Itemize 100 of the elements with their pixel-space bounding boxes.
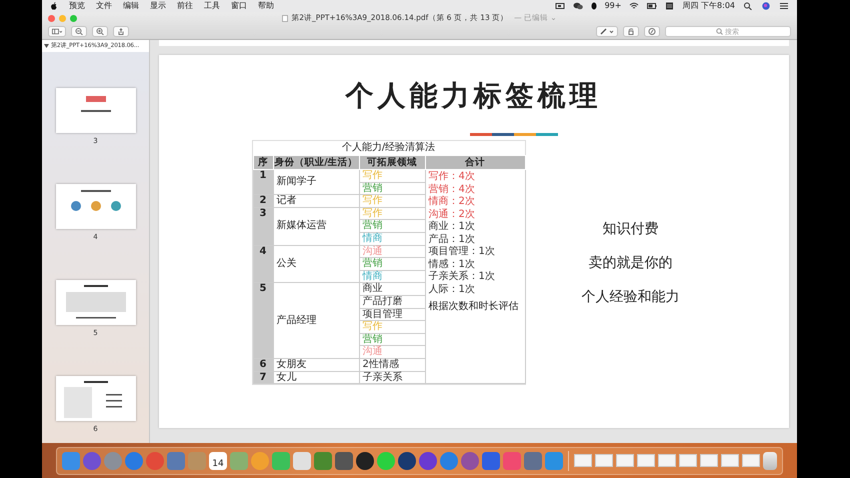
pen-icon [600, 28, 614, 35]
table-cell: 新闻学子 [273, 170, 359, 195]
menu-item[interactable]: 显示 [150, 1, 166, 11]
table-cell: 4 [253, 245, 273, 283]
table-cell: 产品打磨 [359, 295, 425, 308]
slide-statement: 个人经验和能力 [582, 288, 680, 306]
apple-logo-icon[interactable] [50, 2, 58, 10]
slide-thumbnail[interactable] [56, 280, 136, 325]
window-thumbnail[interactable] [637, 454, 655, 467]
table-cell: 女儿 [273, 371, 359, 384]
table-cell: 情商 [359, 270, 425, 283]
slide-thumbnail[interactable] [56, 88, 136, 133]
search-icon[interactable] [743, 2, 753, 10]
zoom-in-icon [96, 28, 104, 35]
table-cell: 2性情感 [359, 358, 425, 371]
zoom-in-button[interactable] [92, 26, 108, 37]
calendar-icon[interactable]: 14 [209, 452, 227, 470]
wifi-icon[interactable] [629, 2, 640, 10]
menu-item[interactable]: 预览 [69, 1, 85, 11]
calendar-day: 14 [212, 458, 224, 470]
menu-item[interactable]: 帮助 [258, 1, 274, 11]
share-icon [117, 28, 125, 35]
table-cell: 子亲关系 [359, 371, 425, 384]
column-header: 序 [253, 156, 273, 170]
window-thumbnail[interactable] [721, 454, 739, 467]
table-cell: 沟通 [359, 245, 425, 258]
table-cell: 项目管理 [359, 308, 425, 321]
sidebar-toggle-button[interactable] [48, 26, 66, 37]
table-cell: 2 [253, 194, 273, 208]
slide-statement: 卖的就是你的 [588, 254, 672, 272]
table-cell: 写作 [359, 207, 425, 220]
screen-record-icon[interactable] [554, 2, 565, 10]
zoom-button[interactable] [70, 14, 77, 22]
table-cell: 公关 [273, 245, 359, 283]
share-button[interactable] [113, 26, 129, 37]
table-cell: 写作 [359, 194, 425, 208]
total-line: 商业：1次 [428, 221, 475, 234]
table-cell: 营销 [359, 258, 425, 270]
slide-title: 个人能力标签梳理 [346, 79, 602, 113]
slide-thumbnail[interactable] [56, 184, 136, 229]
total-line: 产品：1次 [428, 234, 475, 246]
table-cell: 写作 [359, 170, 425, 182]
notification-count: 99+ [604, 1, 622, 11]
sidebar-icon [52, 28, 62, 35]
slide-thumbnail[interactable] [56, 376, 136, 421]
window-thumbnail[interactable] [616, 454, 634, 467]
total-line: 营销：4次 [428, 184, 475, 196]
table-note: 根据次数和时长评估 [428, 301, 518, 314]
table-cell: 女朋友 [273, 358, 359, 371]
table-cell: 3 [253, 207, 273, 246]
window-thumbnail[interactable] [700, 454, 718, 467]
rotate-button[interactable] [623, 26, 639, 37]
table-cell: 6 [253, 358, 273, 371]
column-header: 可拓展领域 [359, 156, 425, 170]
window-thumbnail[interactable] [595, 454, 613, 467]
total-line: 子亲关系：1次 [428, 271, 495, 284]
markup-pen-button[interactable] [596, 26, 618, 37]
total-line: 情感：1次 [428, 258, 475, 270]
table-cell: 新媒体运营 [273, 207, 359, 246]
annotate-button[interactable] [644, 26, 660, 37]
table-cell: 商业 [359, 282, 425, 296]
calendar-grid-icon[interactable] [665, 2, 674, 10]
menubar-clock[interactable]: 周四 下午8:04 [682, 1, 735, 11]
zoom-out-icon [75, 28, 83, 35]
table-cell: 7 [253, 371, 273, 384]
menu-item[interactable]: 窗口 [231, 1, 247, 11]
total-line: 项目管理：1次 [428, 246, 495, 258]
menu-item[interactable]: 编辑 [123, 1, 139, 11]
total-line: 人际：1次 [428, 284, 475, 296]
battery-icon[interactable] [647, 2, 658, 10]
menu-item[interactable]: 前往 [177, 1, 193, 11]
total-line: 写作：4次 [428, 171, 475, 184]
close-button[interactable] [48, 14, 55, 22]
table-cell: 写作 [359, 320, 425, 334]
column-header: 身份（职业/生活） [273, 156, 359, 170]
table-cell: 5 [253, 282, 273, 358]
menu-item[interactable]: 文件 [96, 1, 112, 11]
zoom-out-button[interactable] [71, 26, 87, 37]
annotate-icon [648, 28, 656, 35]
list-lines-icon[interactable] [779, 2, 789, 10]
window-thumbnail[interactable] [574, 454, 592, 467]
slide-statement: 知识付费 [602, 220, 658, 238]
table-caption: 个人能力/经验清算法 [340, 141, 436, 155]
minimize-button[interactable] [59, 14, 66, 22]
total-line: 沟通：2次 [428, 208, 475, 220]
table-cell: 情商 [359, 232, 425, 246]
disclosure-triangle-icon[interactable] [44, 44, 49, 48]
window-thumbnail[interactable] [658, 454, 676, 467]
window-thumbnail[interactable] [679, 454, 697, 467]
menu-item[interactable]: 工具 [204, 1, 220, 11]
table-cell: 产品经理 [273, 282, 359, 358]
table-cell: 营销 [359, 333, 425, 346]
column-header: 合计 [425, 156, 525, 170]
table-cell: 记者 [273, 194, 359, 208]
search-icon [716, 28, 723, 35]
table-cell: 沟通 [359, 346, 425, 358]
table-cell: 营销 [359, 182, 425, 195]
table-cell: 营销 [359, 220, 425, 232]
window-thumbnail[interactable] [742, 454, 760, 467]
table-cell: 1 [253, 170, 273, 195]
